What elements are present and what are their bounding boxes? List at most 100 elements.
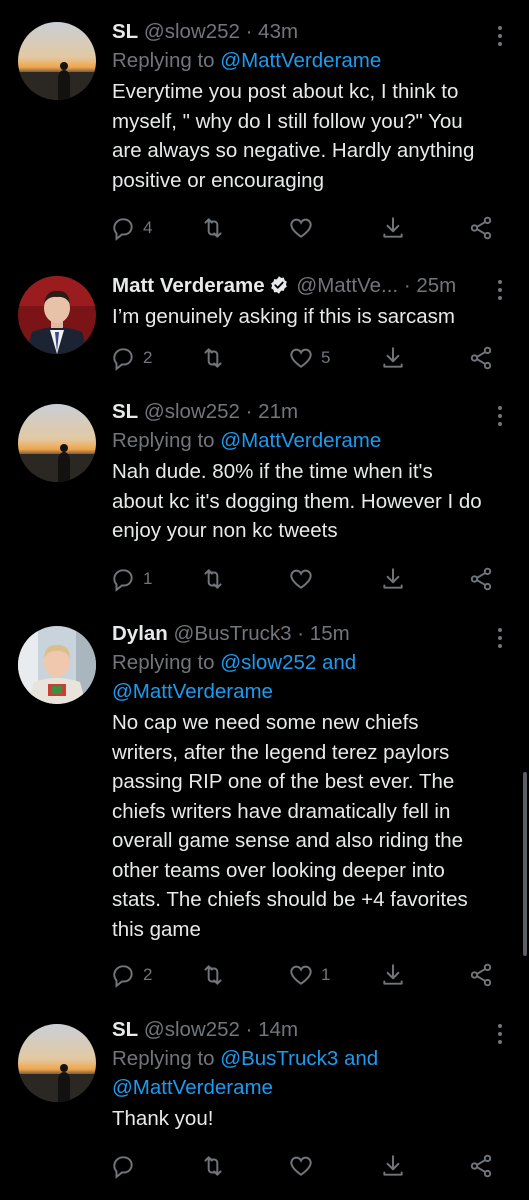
tweet-text-line: No cap we need some new chiefs (112, 711, 419, 734)
like-button[interactable] (288, 1150, 314, 1182)
display-name[interactable]: Matt Verderame (112, 274, 265, 297)
heart-icon (290, 348, 312, 368)
replying-to-label: Replying to (112, 429, 215, 452)
avatar[interactable] (18, 22, 96, 100)
tweet-text: No cap we need some new chiefs writers, … (112, 708, 499, 944)
display-name[interactable]: SL (112, 400, 138, 423)
tweet-content: SL @slow252 · 14m Replying to @BusTruck3… (112, 1016, 499, 1134)
replying-to-label: Replying to (112, 1047, 215, 1070)
like-count: 1 (321, 965, 331, 984)
sunset-beach-avatar-image (18, 22, 96, 100)
tweet-text: I’m genuinely asking if this is sarcasm (112, 302, 499, 332)
tweet-actions: 1 (110, 563, 500, 595)
mention-link[interactable]: @MattVerderame (112, 680, 273, 703)
scrollbar-thumb[interactable] (523, 772, 527, 956)
tweet-content: Matt Verderame @MattVe... · 25m I’m genu… (112, 272, 499, 332)
tweet-text: Nah dude. 80% if the time when it's abou… (112, 457, 499, 546)
retweet-icon (204, 218, 222, 238)
reply-button[interactable]: 4 (110, 212, 152, 244)
mention-link[interactable]: @BusTruck3 and (220, 1047, 378, 1070)
man-in-suit-avatar-image (18, 276, 96, 354)
timestamp[interactable]: 25m (416, 274, 456, 297)
tweet-text-line: stats. The chiefs should be +4 favorites (112, 888, 468, 911)
more-options-icon[interactable] (497, 1024, 503, 1048)
more-options-icon[interactable] (497, 26, 503, 50)
boy-photo-avatar-image (18, 626, 96, 704)
mention-link[interactable]: @MattVerderame (220, 49, 381, 72)
avatar[interactable] (18, 626, 96, 704)
share-button[interactable] (468, 212, 494, 244)
like-button[interactable]: 1 (288, 959, 330, 991)
like-button[interactable]: 5 (288, 342, 330, 374)
tweet-header: Dylan @BusTruck3 · 15m (112, 620, 499, 648)
tweet-text-line: other teams over looking deeper into (112, 858, 445, 882)
download-icon (383, 217, 403, 238)
mention-link[interactable]: @MattVerderame (112, 1076, 273, 1099)
tweet-header: SL @slow252 · 21m (112, 398, 499, 426)
timestamp[interactable]: 21m (258, 400, 298, 423)
retweet-icon (204, 569, 222, 589)
tweet-text-line: Thank you! (112, 1107, 214, 1130)
avatar[interactable] (18, 276, 96, 354)
tweet-text-line: I’m genuinely asking if this is sarcasm (112, 305, 455, 328)
share-button[interactable] (468, 959, 494, 991)
share-button[interactable] (468, 342, 494, 374)
mention-link[interactable]: @MattVerderame (220, 429, 381, 452)
like-button[interactable] (288, 563, 314, 595)
more-options-icon[interactable] (497, 628, 503, 652)
display-name[interactable]: Dylan (112, 622, 168, 645)
share-button[interactable] (468, 563, 494, 595)
replying-to-label: Replying to (112, 651, 215, 674)
mention-link[interactable]: @slow252 and (220, 651, 356, 674)
username[interactable]: @slow252 (144, 1018, 240, 1041)
bookmark-button[interactable] (380, 959, 406, 991)
username[interactable]: @MattVe... (296, 274, 398, 297)
bookmark-button[interactable] (380, 563, 406, 595)
timestamp[interactable]: 43m (258, 20, 298, 43)
tweet-header: SL @slow252 · 43m (112, 18, 499, 46)
reply-icon (113, 1156, 133, 1179)
avatar[interactable] (18, 404, 96, 482)
tweet-text-line: passing RIP one of the best ever. The (112, 770, 455, 793)
retweet-button[interactable] (200, 1150, 226, 1182)
like-count: 5 (321, 348, 331, 367)
retweet-button[interactable] (200, 212, 226, 244)
avatar[interactable] (18, 1024, 96, 1102)
bookmark-button[interactable] (380, 342, 406, 374)
tweet-text-line: writers, after the legend terez paylors (112, 740, 450, 764)
share-icon (470, 963, 492, 987)
like-button[interactable] (288, 212, 314, 244)
tweet-text-line: Everytime you post about kc, I think to (112, 80, 459, 103)
download-icon (383, 1155, 403, 1176)
tweet-text-line: chiefs writers have dramatically fell in (112, 799, 451, 823)
username[interactable]: @BusTruck3 (174, 622, 292, 645)
retweet-icon (204, 965, 222, 985)
reply-button[interactable]: 1 (110, 563, 152, 595)
retweet-button[interactable] (200, 959, 226, 991)
username[interactable]: @slow252 (144, 400, 240, 423)
username[interactable]: @slow252 (144, 20, 240, 43)
more-options-icon[interactable] (497, 406, 503, 430)
replying-to: Replying to @BusTruck3 and (112, 1044, 499, 1073)
tweet-content: Dylan @BusTruck3 · 15m Replying to @slow… (112, 620, 499, 944)
timestamp[interactable]: 14m (258, 1018, 298, 1041)
heart-icon (290, 569, 312, 589)
separator: · (245, 1018, 253, 1041)
display-name[interactable]: SL (112, 1018, 138, 1041)
display-name[interactable]: SL (112, 20, 138, 43)
tweet-actions (110, 1150, 500, 1182)
retweet-icon (204, 1156, 222, 1176)
share-button[interactable] (468, 1150, 494, 1182)
reply-button[interactable]: 2 (110, 959, 152, 991)
timestamp[interactable]: 15m (310, 622, 350, 645)
tweet-text-line: are always so negative. Hardly anything (112, 139, 475, 162)
tweet-text-line: myself, " why do I still follow you?" Yo… (112, 109, 463, 133)
retweet-button[interactable] (200, 342, 226, 374)
bookmark-button[interactable] (380, 212, 406, 244)
more-options-icon[interactable] (497, 280, 503, 304)
reply-button[interactable] (110, 1150, 136, 1182)
reply-button[interactable]: 2 (110, 342, 152, 374)
retweet-button[interactable] (200, 563, 226, 595)
bookmark-button[interactable] (380, 1150, 406, 1182)
tweet-content: SL @slow252 · 43m Replying to @MattVerde… (112, 18, 499, 195)
